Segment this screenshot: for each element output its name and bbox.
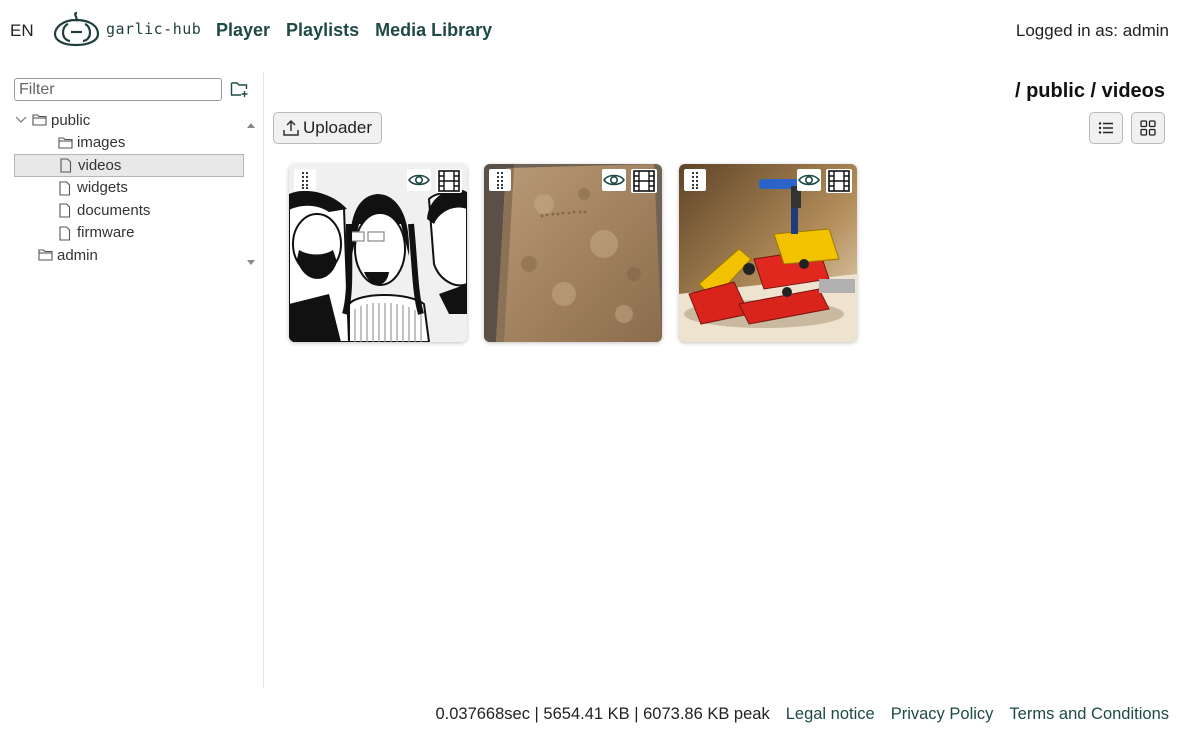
folder-icon bbox=[38, 248, 53, 262]
list-icon bbox=[1098, 122, 1113, 134]
sidebar: public images videos widgets documents bbox=[0, 72, 264, 688]
drag-handle-icon[interactable] bbox=[684, 169, 706, 191]
file-icon bbox=[58, 203, 73, 218]
scroll-up-icon[interactable] bbox=[246, 116, 256, 128]
tree-node-label: documents bbox=[77, 201, 151, 219]
tree-node-label: images bbox=[77, 134, 126, 152]
eye-icon[interactable] bbox=[797, 169, 821, 191]
nav-player[interactable]: Player bbox=[216, 20, 270, 41]
uploader-label: Uploader bbox=[303, 118, 372, 137]
eye-icon[interactable] bbox=[602, 169, 626, 191]
scroll-down-icon[interactable] bbox=[246, 254, 256, 265]
tree-node-label: admin bbox=[57, 246, 98, 264]
folder-tree: public images videos widgets documents f… bbox=[14, 109, 244, 267]
media-card[interactable] bbox=[484, 164, 662, 342]
uploader-button[interactable]: Uploader bbox=[273, 112, 382, 144]
tree-node-label: firmware bbox=[77, 224, 135, 242]
tree-node-label: public bbox=[51, 111, 91, 129]
upload-icon bbox=[283, 119, 299, 136]
nav-media-library[interactable]: Media Library bbox=[375, 20, 492, 41]
tree-node-videos[interactable]: videos bbox=[14, 154, 244, 177]
legal-notice-link[interactable]: Legal notice bbox=[786, 705, 875, 724]
tree-node-widgets[interactable]: widgets bbox=[14, 177, 244, 200]
tree-node-admin[interactable]: admin bbox=[14, 244, 244, 267]
logged-in-user: Logged in as: admin bbox=[1015, 21, 1169, 40]
terms-link[interactable]: Terms and Conditions bbox=[1009, 705, 1169, 724]
privacy-policy-link[interactable]: Privacy Policy bbox=[891, 705, 994, 724]
film-icon bbox=[826, 169, 852, 193]
file-icon bbox=[58, 181, 73, 196]
list-view-button[interactable] bbox=[1089, 112, 1123, 144]
grid-view-button[interactable] bbox=[1131, 112, 1165, 144]
film-icon bbox=[631, 169, 657, 193]
drag-handle-icon[interactable] bbox=[294, 169, 316, 191]
grid-icon bbox=[1140, 120, 1156, 136]
header: EN garlic-hub Player Playlists Media Lib… bbox=[0, 0, 1179, 62]
tree-node-firmware[interactable]: firmware bbox=[14, 222, 244, 245]
media-card[interactable] bbox=[679, 164, 857, 342]
file-icon bbox=[58, 226, 73, 241]
main-nav: Player Playlists Media Library bbox=[216, 20, 492, 41]
footer: 0.037668sec | 5654.41 KB | 6073.86 KB pe… bbox=[435, 705, 1169, 724]
chevron-down-icon[interactable] bbox=[14, 113, 28, 127]
new-folder-icon[interactable] bbox=[230, 80, 250, 98]
logo[interactable]: garlic-hub bbox=[52, 9, 201, 49]
folder-icon bbox=[58, 136, 73, 150]
eye-icon[interactable] bbox=[407, 169, 431, 191]
performance-stats: 0.037668sec | 5654.41 KB | 6073.86 KB pe… bbox=[435, 705, 770, 723]
tree-node-label: videos bbox=[78, 156, 122, 174]
tree-node-public[interactable]: public bbox=[14, 109, 244, 132]
film-icon bbox=[436, 169, 462, 193]
media-grid bbox=[289, 164, 857, 342]
file-icon bbox=[59, 158, 74, 173]
nav-playlists[interactable]: Playlists bbox=[286, 20, 359, 41]
logo-text: garlic-hub bbox=[106, 20, 202, 38]
garlic-logo-icon bbox=[53, 11, 100, 47]
tree-node-documents[interactable]: documents bbox=[14, 199, 244, 222]
drag-handle-icon[interactable] bbox=[489, 169, 511, 191]
breadcrumb: / public / videos bbox=[1014, 80, 1165, 102]
language-selector[interactable]: EN bbox=[10, 21, 34, 41]
tree-node-images[interactable]: images bbox=[14, 132, 244, 155]
tree-node-label: widgets bbox=[77, 179, 128, 197]
media-card[interactable] bbox=[289, 164, 467, 342]
folder-icon bbox=[32, 113, 47, 127]
filter-input[interactable] bbox=[14, 78, 222, 101]
